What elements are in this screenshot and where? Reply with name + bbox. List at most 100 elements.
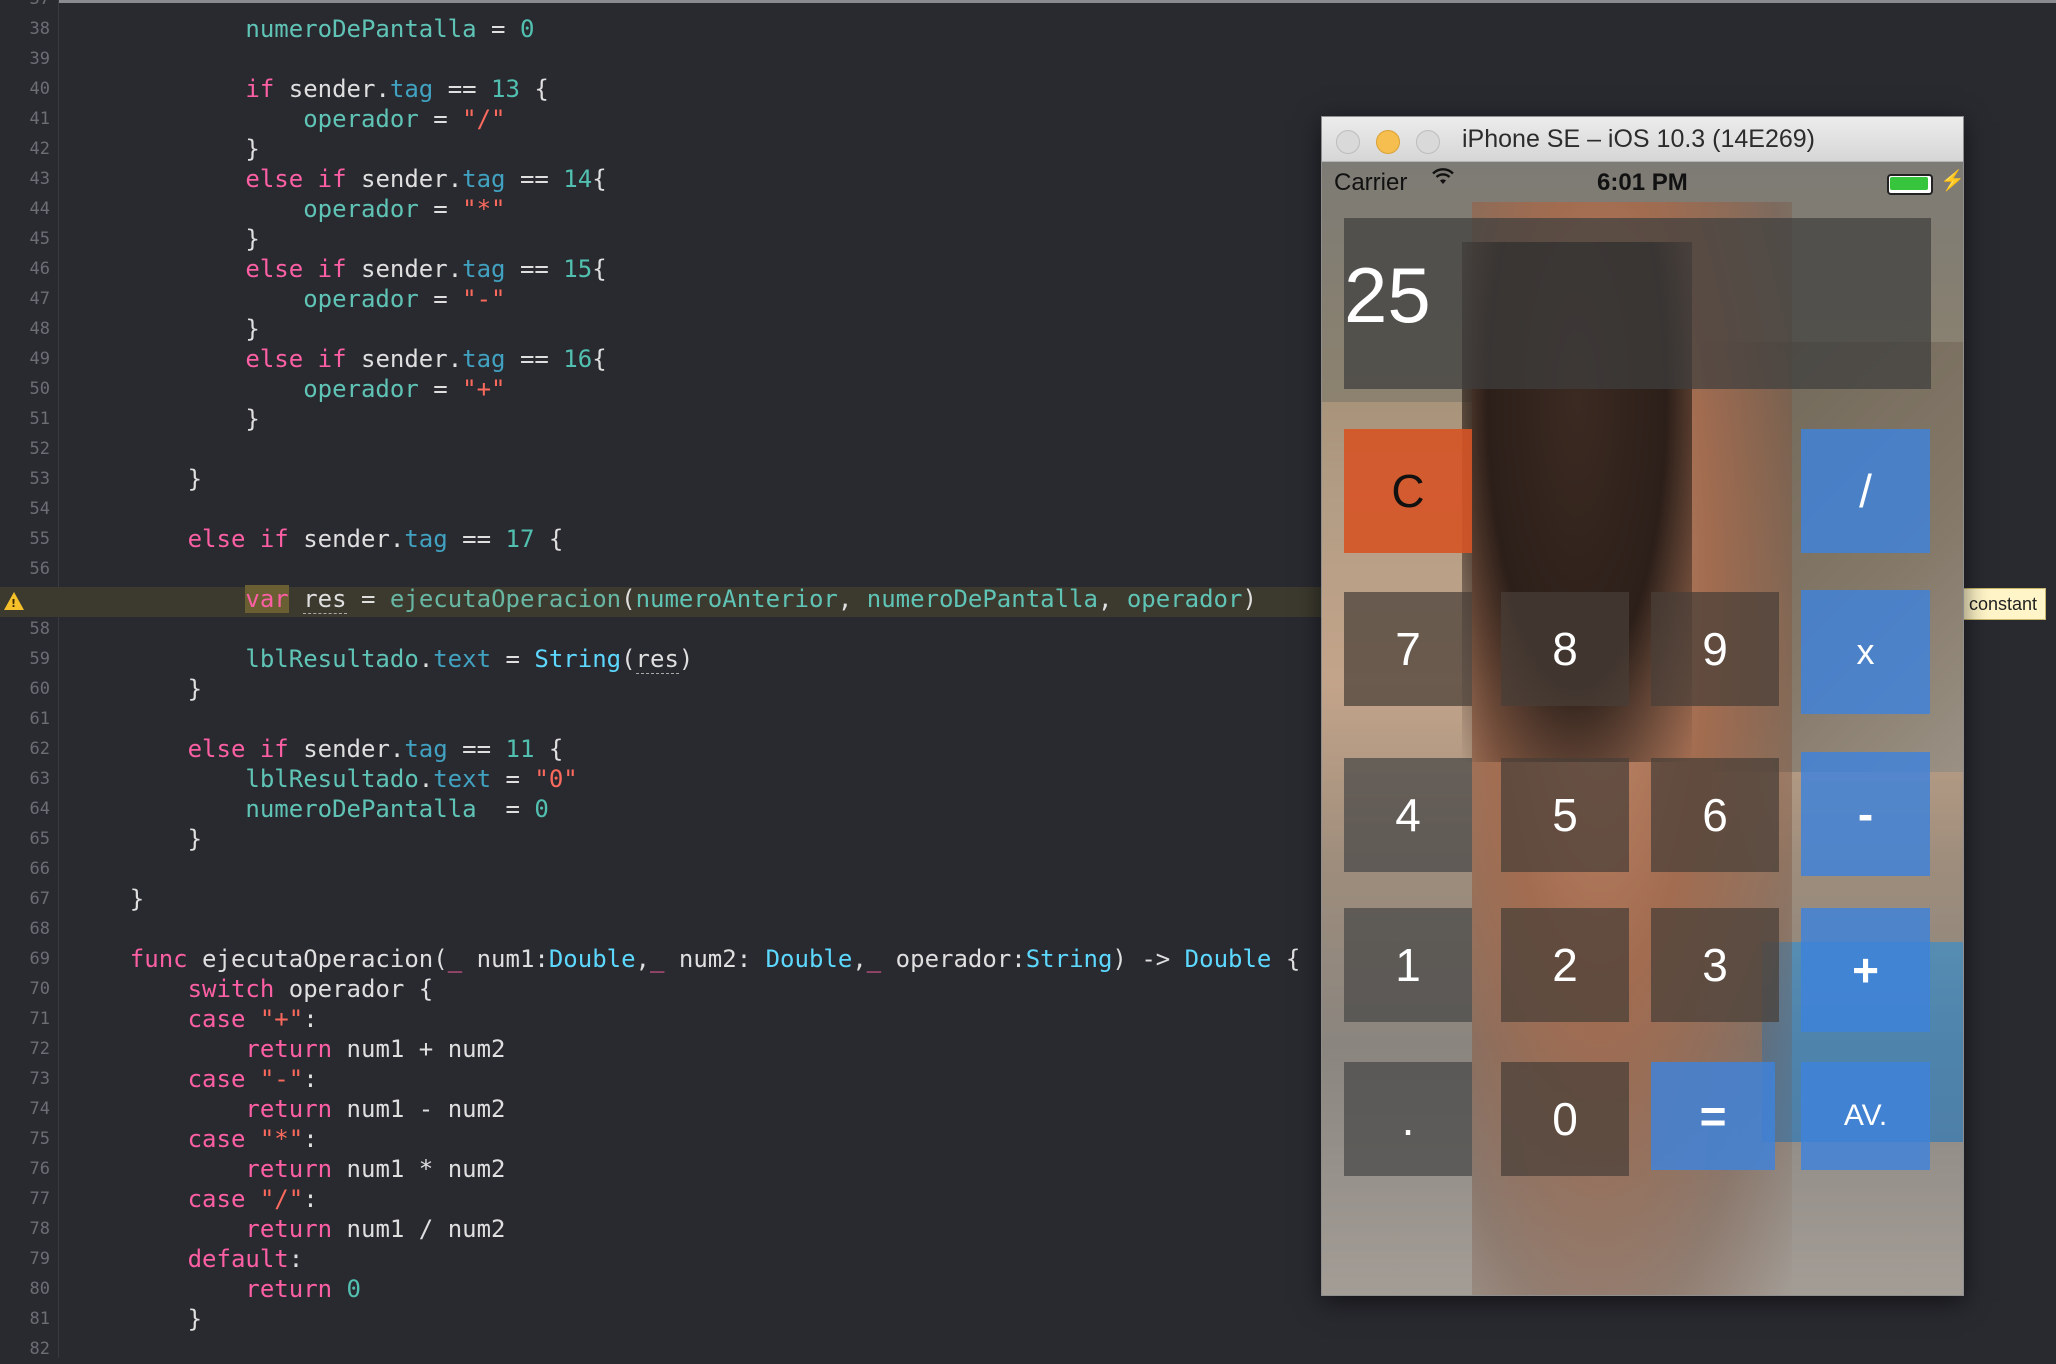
code-line[interactable]: numeroDePantalla = 0 <box>72 14 534 44</box>
code-line[interactable]: } <box>72 674 202 704</box>
six-button[interactable]: 6 <box>1651 758 1779 872</box>
code-line[interactable]: case "/": <box>72 1184 318 1214</box>
code-line[interactable]: else if sender.tag == 16{ <box>72 344 606 374</box>
simulator-window[interactable]: iPhone SE – iOS 10.3 (14E269) Carrier 6:… <box>1321 116 1964 1296</box>
code-line[interactable]: operador = "*" <box>72 194 505 224</box>
code-line[interactable]: var res = ejecutaOperacion(numeroAnterio… <box>72 584 1257 614</box>
code-line[interactable]: if sender.tag == 13 { <box>72 74 548 104</box>
close-button[interactable] <box>1336 130 1360 154</box>
one-button[interactable]: 1 <box>1344 908 1472 1022</box>
four-button[interactable]: 4 <box>1344 758 1472 872</box>
divide-button[interactable]: / <box>1801 429 1930 553</box>
divide-label: / <box>1859 465 1872 517</box>
code-line[interactable]: case "-": <box>72 1064 318 1094</box>
clear-button[interactable]: C <box>1344 429 1472 553</box>
code-token: tag <box>462 345 506 373</box>
code-line[interactable]: } <box>72 134 260 164</box>
code-token: { <box>534 735 564 763</box>
code-token: : <box>303 1065 318 1093</box>
code-line[interactable]: } <box>72 404 259 434</box>
code-token: else if <box>245 255 347 283</box>
code-line[interactable]: operador = "+" <box>72 374 505 404</box>
zoom-button[interactable] <box>1416 130 1440 154</box>
code-line[interactable]: return num1 * num2 <box>72 1154 505 1184</box>
line-number: 76 <box>29 1159 50 1179</box>
code-line[interactable]: else if sender.tag == 15{ <box>72 254 606 284</box>
code-token: . <box>418 645 434 673</box>
code-token: _ <box>447 945 463 973</box>
code-line[interactable]: } <box>72 824 202 854</box>
code-token: case <box>187 1185 246 1213</box>
device-screen[interactable]: Carrier 6:01 PM ⚡ 25 C / 7 8 9 x 4 5 6 -… <box>1322 162 1963 1295</box>
code-line[interactable]: switch operador { <box>72 974 434 1004</box>
multiply-button[interactable]: x <box>1801 590 1930 714</box>
code-token: : <box>303 1185 318 1213</box>
code-token: lblResultado <box>245 765 419 793</box>
three-button[interactable]: 3 <box>1651 908 1779 1022</box>
code-line[interactable]: case "*": <box>72 1124 318 1154</box>
code-line[interactable]: return num1 + num2 <box>72 1034 505 1064</box>
warning-icon-mark: ! <box>11 597 17 610</box>
decimal-button[interactable]: . <box>1344 1062 1472 1176</box>
code-token: else if <box>245 345 347 373</box>
minus-button[interactable]: - <box>1801 752 1930 876</box>
code-line[interactable]: lblResultado.text = "0" <box>72 764 577 794</box>
code-token: : <box>303 1125 318 1153</box>
code-line[interactable]: else if sender.tag == 17 { <box>72 524 564 554</box>
zero-label: 0 <box>1552 1093 1578 1145</box>
code-token: == <box>505 165 564 193</box>
code-line[interactable]: return num1 - num2 <box>72 1094 505 1124</box>
code-token: } <box>72 135 260 163</box>
equals-button[interactable]: = <box>1651 1062 1775 1170</box>
code-token: Double <box>1184 945 1272 973</box>
minimize-button[interactable] <box>1376 130 1400 154</box>
code-line[interactable]: else if sender.tag == 14{ <box>72 164 606 194</box>
code-token: operador { <box>274 975 434 1003</box>
code-line[interactable]: default: <box>72 1244 304 1274</box>
eight-button[interactable]: 8 <box>1501 592 1629 706</box>
code-line[interactable]: func ejecutaOperacion(_ num1:Double,_ nu… <box>72 944 1300 974</box>
nine-button[interactable]: 9 <box>1651 592 1779 706</box>
code-line[interactable]: } <box>72 464 202 494</box>
code-token: 16 <box>563 345 593 373</box>
code-line[interactable]: return 0 <box>72 1274 361 1304</box>
code-token: case <box>187 1065 246 1093</box>
code-line[interactable]: operador = "/" <box>72 104 506 134</box>
line-number: 80 <box>29 1279 50 1299</box>
code-line[interactable]: case "+": <box>72 1004 318 1034</box>
code-token: _ <box>866 945 882 973</box>
code-token: switch <box>187 975 275 1003</box>
simulator-titlebar[interactable]: iPhone SE – iOS 10.3 (14E269) <box>1322 117 1963 162</box>
advanced-button[interactable]: AV. <box>1801 1062 1930 1170</box>
line-number: 66 <box>29 859 50 879</box>
ios-status-bar: Carrier 6:01 PM ⚡ <box>1322 162 1963 204</box>
plus-label: + <box>1852 944 1879 996</box>
five-button[interactable]: 5 <box>1501 758 1629 872</box>
seven-button[interactable]: 7 <box>1344 592 1472 706</box>
code-token: 0 <box>534 795 549 823</box>
code-line[interactable]: numeroDePantalla = 0 <box>72 794 549 824</box>
line-number: 64 <box>29 799 50 819</box>
code-line[interactable]: return num1 / num2 <box>72 1214 505 1244</box>
zero-button[interactable]: 0 <box>1501 1062 1629 1176</box>
plus-button[interactable]: + <box>1801 908 1930 1032</box>
code-line[interactable]: lblResultado.text = String(res) <box>72 644 693 674</box>
code-line[interactable]: } <box>72 314 259 344</box>
code-line[interactable]: else if sender.tag == 11 { <box>72 734 564 764</box>
code-line[interactable]: } <box>72 884 144 914</box>
line-number: 38 <box>29 19 50 39</box>
code-token: "/" <box>462 105 506 133</box>
code-token: == <box>505 255 564 283</box>
code-line[interactable]: } <box>72 224 259 254</box>
code-line[interactable]: } <box>72 1304 202 1334</box>
code-token: 11 <box>505 735 535 763</box>
two-button[interactable]: 2 <box>1501 908 1629 1022</box>
code-line[interactable]: operador = "-" <box>72 284 505 314</box>
